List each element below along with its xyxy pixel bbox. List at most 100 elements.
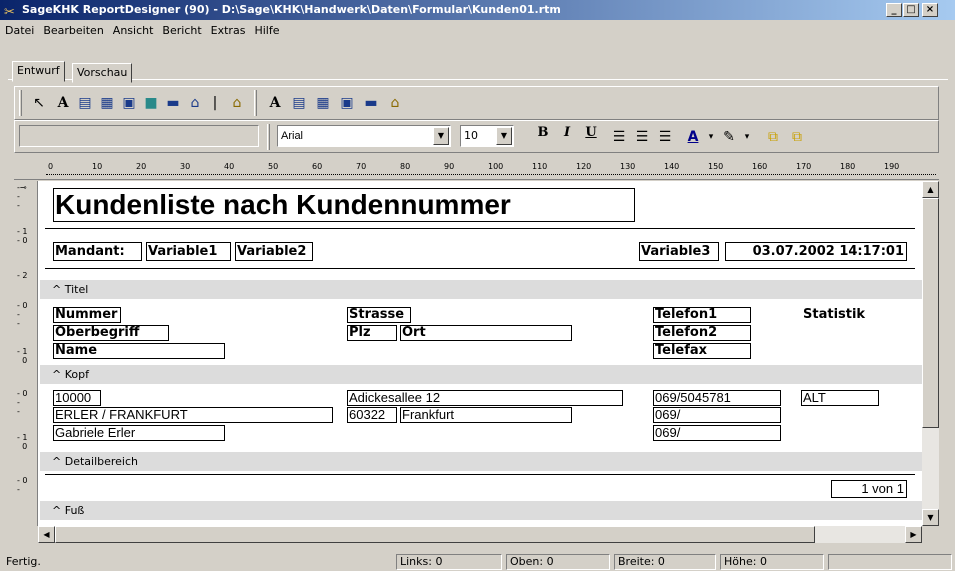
- menu-bericht[interactable]: Bericht: [158, 21, 205, 40]
- header-ort[interactable]: Ort: [400, 325, 572, 341]
- chevron-down-icon[interactable]: ▾: [737, 127, 757, 147]
- barcode-icon[interactable]: ⌂: [185, 93, 205, 113]
- report-title[interactable]: Kundenliste nach Kundennummer: [53, 188, 635, 222]
- detail-oberbegriff[interactable]: ERLER / FRANKFURT: [53, 407, 333, 423]
- chevron-down-icon[interactable]: ▾: [701, 127, 721, 147]
- detail-telefon1[interactable]: 069/5045781: [653, 390, 781, 406]
- detail-statistik[interactable]: ALT: [801, 390, 879, 406]
- line-icon[interactable]: |: [205, 93, 225, 113]
- detail-ort[interactable]: Frankfurt: [400, 407, 572, 423]
- bold-button[interactable]: B: [533, 125, 553, 140]
- scroll-right-icon[interactable]: ▶: [905, 526, 922, 543]
- band-kopf[interactable]: ^ Kopf: [40, 365, 923, 384]
- variable1-field[interactable]: Variable1: [146, 242, 231, 261]
- scroll-down-icon[interactable]: ▼: [922, 509, 939, 526]
- menu-hilfe[interactable]: Hilfe: [250, 21, 283, 40]
- ruler-tick: 190: [884, 162, 900, 171]
- horizontal-scrollbar[interactable]: ◀ ▶: [38, 526, 922, 543]
- header-strasse[interactable]: Strasse: [347, 307, 411, 323]
- header-telefon2[interactable]: Telefon2: [653, 325, 751, 341]
- vertical-ruler: -⊸ - - - 1- 0 - 2 - 0-- - 1 0 - 0-- - 1 0 …: [14, 181, 38, 526]
- ruler-tick: 0: [48, 162, 54, 171]
- header-statistik[interactable]: Statistik: [801, 307, 893, 323]
- menu-extras[interactable]: Extras: [207, 21, 250, 40]
- tab-vorschau[interactable]: Vorschau: [72, 63, 133, 83]
- scroll-left-icon[interactable]: ◀: [38, 526, 55, 543]
- detail-telefon2[interactable]: 069/: [653, 407, 781, 423]
- close-button[interactable]: ×: [922, 3, 938, 17]
- band-detailbereich[interactable]: ^ Detailbereich: [40, 452, 923, 471]
- region-icon[interactable]: ⌂: [227, 93, 247, 113]
- detail-plz[interactable]: 60322: [347, 407, 397, 423]
- dbrichtext-icon[interactable]: ▦: [313, 93, 333, 113]
- font-size-select[interactable]: 10 ▼: [460, 125, 514, 147]
- memo-icon[interactable]: ▤: [75, 93, 95, 113]
- detail-nummer[interactable]: 10000: [53, 390, 101, 406]
- detail-name[interactable]: Gabriele Erler: [53, 425, 225, 441]
- ruler-tick: 10: [92, 162, 103, 171]
- header-name[interactable]: Name: [53, 343, 225, 359]
- status-links: Links: 0: [396, 554, 502, 570]
- band-titel[interactable]: ^ Titel: [40, 280, 923, 299]
- header-telefax[interactable]: Telefax: [653, 343, 751, 359]
- variable2-field[interactable]: Variable2: [235, 242, 313, 261]
- image-icon[interactable]: ■: [141, 93, 161, 113]
- minimize-button[interactable]: _: [886, 3, 902, 17]
- band-detail-label: Detailbereich: [64, 455, 138, 468]
- menu-ansicht[interactable]: Ansicht: [109, 21, 158, 40]
- bring-front-icon[interactable]: ⧉: [763, 127, 783, 147]
- font-color-icon[interactable]: A: [683, 127, 703, 147]
- ruler-tick: 50: [268, 162, 279, 171]
- tab-entwurf[interactable]: Entwurf: [12, 61, 65, 82]
- horizontal-scroll-thumb[interactable]: [55, 526, 815, 543]
- italic-button[interactable]: I: [557, 125, 577, 140]
- shape-icon[interactable]: ▬: [163, 93, 183, 113]
- dbcalc-icon[interactable]: ▣: [337, 93, 357, 113]
- ruler-tick: 120: [576, 162, 592, 171]
- chevron-down-icon[interactable]: ▼: [433, 127, 449, 145]
- align-center-icon[interactable]: ☰: [632, 127, 652, 147]
- chevron-down-icon[interactable]: ▼: [496, 127, 512, 145]
- richtext-icon[interactable]: ▦: [97, 93, 117, 113]
- vertical-scrollbar[interactable]: ▲ ▼: [922, 181, 939, 526]
- band-fuss[interactable]: ^ Fuß: [40, 501, 923, 520]
- dbbarcode-icon[interactable]: ⌂: [385, 93, 405, 113]
- variable3-field[interactable]: Variable3: [639, 242, 719, 261]
- maximize-button[interactable]: □: [903, 3, 919, 17]
- align-right-icon[interactable]: ☰: [655, 127, 675, 147]
- header-plz[interactable]: Plz: [347, 325, 397, 341]
- ruler-tick: 40: [224, 162, 235, 171]
- dbtext-icon[interactable]: A: [265, 93, 285, 113]
- pointer-icon[interactable]: ↖: [29, 93, 49, 113]
- ruler-tick: 70: [356, 162, 367, 171]
- underline-button[interactable]: U: [581, 125, 601, 140]
- font-select[interactable]: Arial ▼: [277, 125, 451, 147]
- toolbar-grip[interactable]: [19, 90, 22, 116]
- header-oberbegriff[interactable]: Oberbegriff: [53, 325, 169, 341]
- header-telefon1[interactable]: Telefon1: [653, 307, 751, 323]
- calc-icon[interactable]: ▣: [119, 93, 139, 113]
- datetime-field[interactable]: 03.07.2002 14:17:01: [725, 242, 907, 261]
- mandant-label[interactable]: Mandant:: [53, 242, 142, 261]
- align-left-icon[interactable]: ☰: [609, 127, 629, 147]
- menu-bearbeiten[interactable]: Bearbeiten: [39, 21, 107, 40]
- ruler-tick: 20: [136, 162, 147, 171]
- vertical-scroll-thumb[interactable]: [922, 198, 939, 428]
- dbmemo-icon[interactable]: ▤: [289, 93, 309, 113]
- highlight-icon[interactable]: ✎: [719, 127, 739, 147]
- ruler-tick: 110: [532, 162, 548, 171]
- menu-datei[interactable]: Datei: [1, 21, 38, 40]
- send-back-icon[interactable]: ⧉: [787, 127, 807, 147]
- label-icon[interactable]: A: [53, 93, 73, 113]
- detail-telefax[interactable]: 069/: [653, 425, 781, 441]
- page-counter[interactable]: 1 von 1: [831, 480, 907, 498]
- dbimage-icon[interactable]: ▬: [361, 93, 381, 113]
- component-name-field[interactable]: [19, 125, 259, 147]
- report-canvas[interactable]: Kundenliste nach Kundennummer Mandant: V…: [14, 181, 923, 526]
- toolbar-grip-3[interactable]: [267, 124, 270, 150]
- header-nummer[interactable]: Nummer: [53, 307, 121, 323]
- band-titel-label: Titel: [64, 283, 89, 296]
- detail-strasse[interactable]: Adickesallee 12: [347, 390, 623, 406]
- toolbar-grip-2[interactable]: [254, 90, 257, 116]
- scroll-up-icon[interactable]: ▲: [922, 181, 939, 198]
